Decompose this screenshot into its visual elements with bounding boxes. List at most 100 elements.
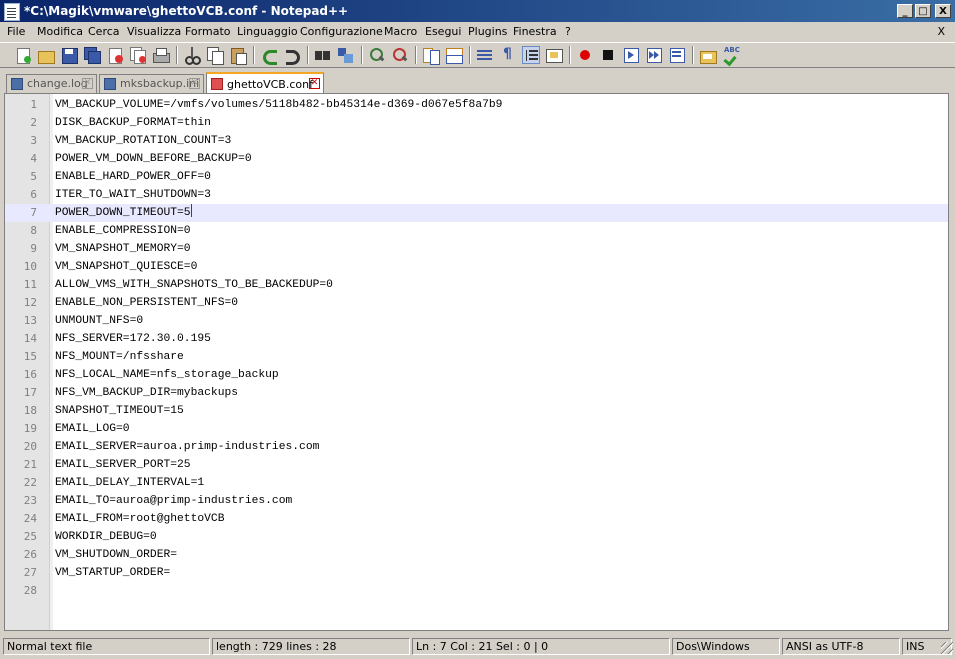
menu-cerca[interactable]: Cerca [88, 25, 120, 38]
editor-line[interactable]: 2 DISK_BACKUP_FORMAT=thin [5, 114, 948, 132]
editor-line[interactable]: 5 ENABLE_HARD_POWER_OFF=0 [5, 168, 948, 186]
editor-line[interactable]: 1 VM_BACKUP_VOLUME=/vmfs/volumes/5118b482… [5, 96, 948, 114]
toolbar-separator [692, 46, 694, 64]
line-number: 24 [23, 512, 37, 525]
tab-ghettovcb-conf[interactable]: ghettoVCB.conf ✕ [206, 72, 324, 94]
menu-esegui[interactable]: Esegui [425, 25, 461, 38]
menu-formato[interactable]: Formato [185, 25, 231, 38]
editor-line[interactable]: 19 EMAIL_LOG=0 [5, 420, 948, 438]
tab-change-log[interactable]: change.log ✕ [6, 74, 97, 93]
sync-vertical-icon[interactable] [422, 46, 440, 65]
print-icon[interactable] [152, 46, 170, 64]
editor-line[interactable]: 18 SNAPSHOT_TIMEOUT=15 [5, 402, 948, 420]
show-all-characters-icon[interactable]: ¶ [499, 46, 517, 64]
user-defined-language-icon[interactable] [545, 46, 563, 64]
line-text: VM_BACKUP_VOLUME=/vmfs/volumes/5118b482-… [55, 99, 503, 111]
resize-grip-icon[interactable] [941, 642, 953, 654]
menu-configurazione[interactable]: Configurazione [300, 25, 383, 38]
copy-icon[interactable] [206, 46, 224, 65]
line-text: EMAIL_LOG=0 [55, 423, 130, 435]
close-all-icon[interactable] [129, 46, 147, 64]
tab-label: ghettoVCB.conf [227, 78, 313, 91]
editor-line[interactable]: 17 NFS_VM_BACKUP_DIR=mybackups [5, 384, 948, 402]
menu-finestra[interactable]: Finestra [513, 25, 557, 38]
editor-line[interactable]: 8 ENABLE_COMPRESSION=0 [5, 222, 948, 240]
notepad-app-icon[interactable] [4, 3, 20, 21]
menu-linguaggio[interactable]: Linguaggio [237, 25, 298, 38]
editor-line[interactable]: 21 EMAIL_SERVER_PORT=25 [5, 456, 948, 474]
indent-guide-icon[interactable] [522, 46, 540, 64]
editor-line[interactable]: 3 VM_BACKUP_ROTATION_COUNT=3 [5, 132, 948, 150]
editor-line[interactable]: 13 UNMOUNT_NFS=0 [5, 312, 948, 330]
zoom-out-icon[interactable] [391, 46, 409, 64]
stop-recording-icon[interactable] [599, 46, 617, 64]
editor-line[interactable]: 4 POWER_VM_DOWN_BEFORE_BACKUP=0 [5, 150, 948, 168]
minimize-button[interactable]: _ [897, 4, 913, 18]
editor-line[interactable]: 26 VM_SHUTDOWN_ORDER= [5, 546, 948, 564]
zoom-in-icon[interactable] [368, 46, 386, 64]
save-icon[interactable] [60, 46, 78, 64]
title-bar[interactable]: *C:\Magik\vmware\ghettoVCB.conf - Notepa… [0, 0, 955, 22]
editor-line[interactable]: 23 EMAIL_TO=auroa@primp-industries.com [5, 492, 948, 510]
status-length-lines: length : 729 lines : 28 [212, 638, 410, 655]
tab-close-icon[interactable]: ✕ [189, 78, 200, 89]
spell-check-icon[interactable]: ABC [722, 46, 740, 67]
run-macro-multiple-icon[interactable] [645, 46, 663, 64]
status-bar: Normal text file length : 729 lines : 28… [0, 636, 955, 656]
editor-line[interactable]: 14 NFS_SERVER=172.30.0.195 [5, 330, 948, 348]
find-icon[interactable] [314, 46, 332, 64]
editor-line[interactable]: 15 NFS_MOUNT=/nfsshare [5, 348, 948, 366]
menu-file[interactable]: File [7, 25, 25, 38]
restore-button[interactable]: □ [915, 4, 931, 18]
line-text: ENABLE_HARD_POWER_OFF=0 [55, 171, 211, 183]
save-macro-icon[interactable] [668, 46, 686, 64]
line-number: 16 [23, 368, 37, 381]
open-file-icon[interactable] [37, 46, 55, 64]
editor-line[interactable]: 10 VM_SNAPSHOT_QUIESCE=0 [5, 258, 948, 276]
editor-line[interactable]: 22 EMAIL_DELAY_INTERVAL=1 [5, 474, 948, 492]
line-text: ITER_TO_WAIT_SHUTDOWN=3 [55, 189, 211, 201]
editor-line[interactable]: 6 ITER_TO_WAIT_SHUTDOWN=3 [5, 186, 948, 204]
editor-line[interactable]: 12 ENABLE_NON_PERSISTENT_NFS=0 [5, 294, 948, 312]
undo-icon[interactable] [260, 46, 278, 65]
status-eol-format: Dos\Windows [672, 638, 780, 655]
sync-horizontal-icon[interactable] [445, 46, 463, 64]
close-file-icon[interactable] [106, 46, 124, 64]
menu-plugins[interactable]: Plugins [468, 25, 507, 38]
paste-icon[interactable] [229, 46, 247, 65]
editor-line[interactable]: 20 EMAIL_SERVER=auroa.primp-industries.co… [5, 438, 948, 456]
modified-file-icon [211, 78, 223, 90]
menu-macro[interactable]: Macro [384, 25, 417, 38]
play-macro-icon[interactable] [622, 46, 640, 64]
save-all-icon[interactable] [83, 46, 101, 64]
editor-line[interactable]: 9 VM_SNAPSHOT_MEMORY=0 [5, 240, 948, 258]
editor-line[interactable]: 24 EMAIL_FROM=root@ghettoVCB [5, 510, 948, 528]
new-file-icon[interactable] [14, 46, 32, 64]
current-line[interactable]: 7 POWER_DOWN_TIMEOUT=5 [5, 204, 948, 222]
tab-close-icon[interactable]: ✕ [309, 78, 320, 89]
menu-visualizza[interactable]: Visualizza [127, 25, 181, 38]
redo-icon[interactable] [283, 46, 301, 65]
tab-mksbackup-ini[interactable]: mksbackup.ini ✕ [99, 74, 204, 93]
editor-line[interactable]: 28 [5, 582, 948, 600]
record-macro-icon[interactable] [576, 46, 594, 64]
close-document-button[interactable]: X [937, 25, 945, 38]
menu-modifica[interactable]: Modifica [37, 25, 83, 38]
editor-line[interactable]: 25 WORKDIR_DEBUG=0 [5, 528, 948, 546]
cut-icon[interactable] [183, 46, 201, 65]
menu-help[interactable]: ? [565, 25, 571, 38]
tab-bar: change.log ✕ mksbackup.ini ✕ ghettoVCB.c… [0, 70, 955, 94]
line-text: VM_BACKUP_ROTATION_COUNT=3 [55, 135, 232, 147]
editor-line[interactable]: 27 VM_STARTUP_ORDER= [5, 564, 948, 582]
close-button[interactable]: X [935, 4, 951, 18]
line-text: WORKDIR_DEBUG=0 [55, 531, 157, 543]
open-folder-icon[interactable] [699, 46, 717, 64]
text-editor[interactable]: 1 VM_BACKUP_VOLUME=/vmfs/volumes/5118b482… [4, 93, 949, 631]
toolbar-separator [415, 46, 417, 64]
editor-line[interactable]: 11 ALLOW_VMS_WITH_SNAPSHOTS_TO_BE_BACKEDU… [5, 276, 948, 294]
word-wrap-icon[interactable] [476, 46, 494, 64]
tab-close-icon[interactable]: ✕ [82, 78, 93, 89]
editor-line[interactable]: 16 NFS_LOCAL_NAME=nfs_storage_backup [5, 366, 948, 384]
replace-icon[interactable] [337, 46, 355, 64]
line-number: 4 [30, 152, 37, 165]
